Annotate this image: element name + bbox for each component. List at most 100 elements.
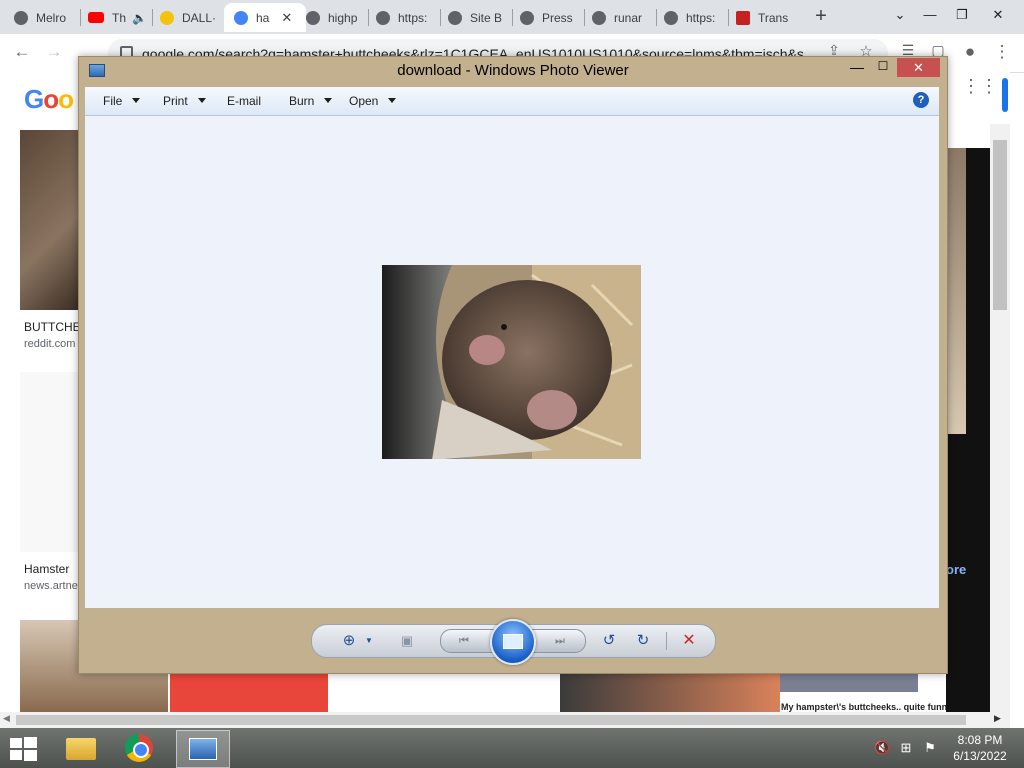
toolbar-divider (666, 632, 667, 650)
tab-label: Site B (470, 10, 503, 25)
tab-label: Th (112, 10, 127, 25)
back-arrow-icon[interactable]: ← (10, 42, 34, 62)
forward-arrow-icon[interactable]: → (42, 42, 66, 62)
menu-label: Open (349, 94, 379, 108)
previous-icon[interactable]: ⏮ (453, 631, 475, 651)
profile-avatar-icon[interactable]: ● (958, 42, 982, 62)
browser-tab-9[interactable]: runar (592, 3, 654, 32)
clock-date: 6/13/2022 (953, 749, 1007, 763)
photo-viewer-window: download - Windows Photo Viewer — ☐ ✕ Fi… (78, 56, 948, 674)
zoom-dropdown-icon[interactable]: ▼ (358, 631, 380, 651)
globe-icon (592, 10, 606, 25)
rotate-clockwise-icon[interactable]: ↻ (632, 631, 654, 651)
browser-tab-2[interactable]: Th 🔈 (88, 3, 150, 32)
browser-tab-3[interactable]: DALL· (160, 3, 222, 32)
globe-icon (520, 10, 534, 25)
actual-size-icon[interactable]: ▣ (396, 631, 418, 651)
menu-print[interactable]: Print (163, 94, 206, 108)
page-horizontal-scrollbar[interactable]: ◀ ▶ (0, 712, 1010, 728)
scrollbar-thumb[interactable] (16, 715, 966, 725)
preview-panel[interactable] (946, 148, 966, 434)
menu-file[interactable]: File (103, 94, 141, 108)
dropdown-arrow-icon (388, 98, 397, 103)
browser-tab-11[interactable]: Trans (736, 3, 798, 32)
window-title: download - Windows Photo Viewer (397, 62, 629, 79)
volume-muted-icon[interactable]: 🔇 (874, 740, 890, 756)
network-icon[interactable]: ⊞ (898, 740, 914, 756)
system-clock[interactable]: 8:08 PM 6/13/2022 (945, 732, 1015, 764)
tab-search-icon[interactable]: ⌄ (884, 2, 916, 28)
close-window-icon[interactable]: ✕ (982, 2, 1014, 28)
browser-tab-10[interactable]: https: (664, 3, 726, 32)
result-thumbnail[interactable] (20, 130, 78, 310)
scroll-right-icon[interactable]: ▶ (994, 713, 1001, 724)
hamster-photo-graphic (382, 265, 641, 459)
browser-tab-active[interactable]: ha ✕ (224, 3, 306, 32)
youtube-icon (88, 12, 104, 23)
close-button[interactable]: ✕ (897, 58, 940, 77)
browser-tab-7[interactable]: Site B (448, 3, 510, 32)
tab-separator (656, 9, 657, 26)
globe-icon (376, 10, 390, 25)
menu-open[interactable]: Open (349, 94, 397, 108)
help-icon[interactable]: ? (913, 92, 929, 108)
result-thumbnail[interactable] (170, 672, 328, 712)
image-canvas[interactable] (85, 116, 939, 608)
tab-label: DALL· (182, 10, 217, 25)
minimize-button[interactable]: — (847, 59, 867, 77)
menu-label: Print (163, 94, 188, 108)
restore-icon[interactable]: ❐ (946, 2, 978, 28)
menu-label: E-mail (227, 94, 262, 108)
scrollbar-thumb[interactable] (993, 140, 1007, 310)
google-logo[interactable]: Goo (24, 84, 74, 115)
result-caption[interactable]: My hampster\'s buttcheeks.. quite funny (781, 702, 952, 712)
viewer-controls-bar: ⊕ ▼ ▣ ⏮ ⏭ ↺ ↻ ✕ (311, 619, 716, 665)
close-tab-icon[interactable]: ✕ (281, 10, 292, 26)
start-button[interactable] (10, 737, 38, 761)
browser-tab-5[interactable]: highp (306, 3, 366, 32)
taskbar-chrome[interactable] (114, 730, 166, 766)
menu-burn[interactable]: Burn (289, 94, 333, 108)
taskbar-file-explorer[interactable] (56, 730, 108, 766)
more-link[interactable]: ore (946, 562, 966, 577)
menu-email[interactable]: E-mail (227, 94, 261, 108)
tab-label: Melro (36, 10, 67, 25)
tab-label: https: (686, 10, 716, 25)
new-tab-button[interactable]: + (810, 5, 832, 27)
zoom-icon[interactable]: ⊕ (338, 631, 360, 651)
minimize-icon[interactable]: — (914, 2, 946, 28)
page-vertical-scrollbar[interactable] (990, 124, 1010, 712)
apps-grid-icon[interactable]: ⋮⋮ (962, 76, 998, 96)
play-slideshow-button[interactable] (490, 619, 536, 665)
globe-icon (14, 10, 28, 25)
result-caption[interactable]: BUTTCHE (24, 320, 81, 334)
dropdown-arrow-icon (132, 98, 141, 103)
hamster-photo[interactable] (382, 265, 641, 459)
browser-tab-8[interactable]: Press (520, 3, 582, 32)
result-thumbnail[interactable] (780, 672, 918, 692)
maximize-button[interactable]: ☐ (873, 59, 893, 77)
browser-tab-6[interactable]: https: (376, 3, 438, 32)
tab-label: ha (256, 10, 270, 25)
result-thumbnail[interactable] (20, 372, 78, 552)
delete-icon[interactable]: ✕ (678, 631, 700, 651)
photo-viewer-titlebar[interactable]: download - Windows Photo Viewer — ☐ ✕ (79, 57, 947, 85)
sign-in-button[interactable] (1002, 78, 1008, 112)
globe-icon (306, 10, 320, 25)
result-source: news.artne (24, 580, 78, 592)
taskbar-photo-viewer[interactable] (176, 730, 230, 768)
action-center-icon[interactable]: ⚑ (922, 740, 938, 756)
tab-label: Press (542, 10, 573, 25)
photo-viewer-menubar: File Print E-mail Burn Open ? (85, 87, 939, 116)
result-caption[interactable]: Hamster (24, 562, 69, 576)
rotate-counterclockwise-icon[interactable]: ↺ (598, 631, 620, 651)
kebab-menu-icon[interactable]: ⋮ (990, 42, 1014, 62)
tab-label: https: (398, 10, 428, 25)
result-thumbnail[interactable] (560, 672, 780, 712)
scroll-left-icon[interactable]: ◀ (3, 713, 10, 724)
tab-separator (728, 9, 729, 26)
browser-tab-1[interactable]: Melro (14, 3, 78, 32)
speaker-icon[interactable]: 🔈 (132, 11, 147, 25)
next-icon[interactable]: ⏭ (549, 631, 571, 651)
tab-separator (512, 9, 513, 26)
